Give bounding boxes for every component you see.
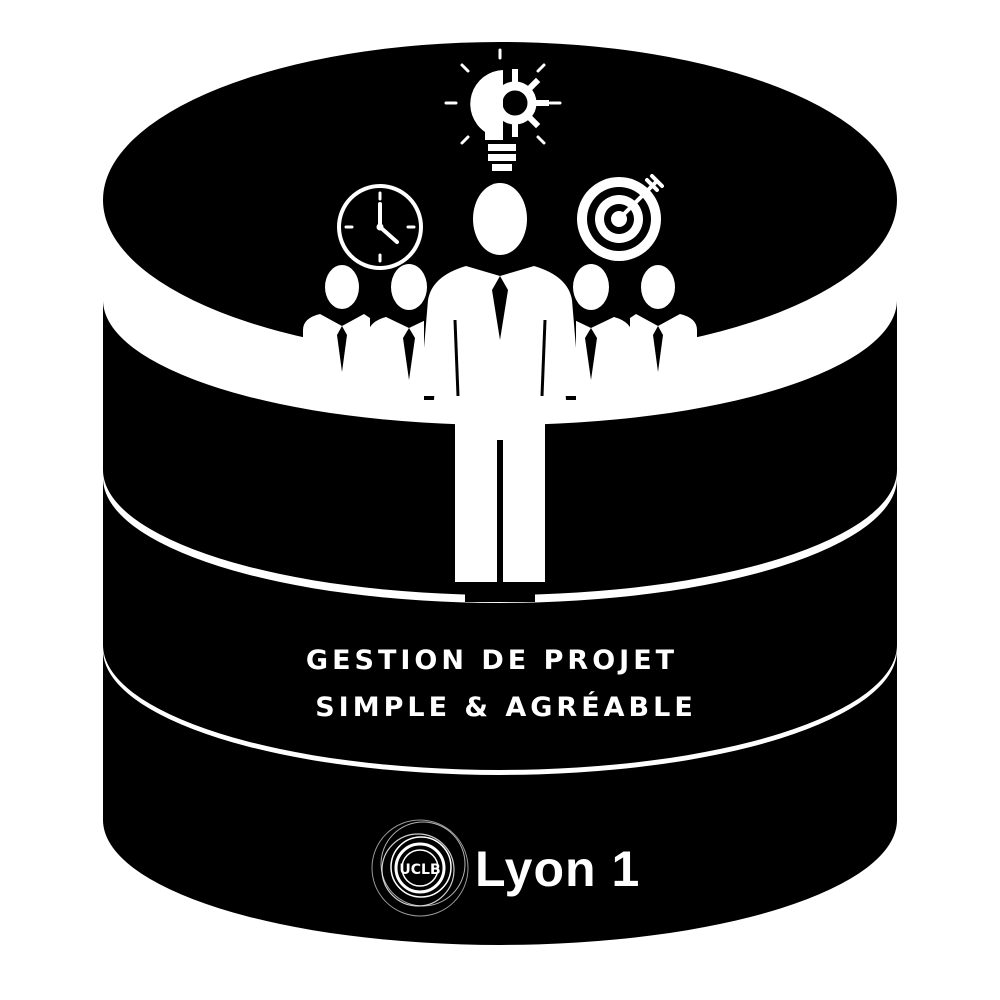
tagline-line-2: SIMPLE & AGRÉABLE [315, 692, 697, 723]
logo-name: Lyon 1 [475, 841, 641, 897]
clock-icon [337, 184, 423, 270]
tagline-line-1: GESTION DE PROJET [305, 645, 679, 676]
seal-letters: UCLB [399, 862, 440, 878]
